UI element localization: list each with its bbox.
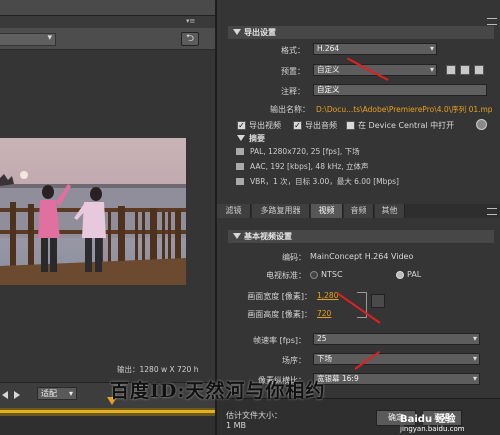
preview-image (0, 138, 186, 285)
fps-select[interactable]: 25 ▾ (313, 333, 480, 345)
export-audio-label: 导出音频 (305, 121, 337, 130)
panel-menu-icon[interactable]: ▾≡ (186, 18, 198, 25)
device-central-checkbox[interactable] (346, 121, 355, 130)
field-order-select[interactable]: 下场 ▾ (313, 353, 480, 365)
export-video-label: 导出视频 (249, 121, 281, 130)
width-value[interactable]: 1,280 (317, 291, 338, 300)
tab-video[interactable]: 视频 (311, 204, 343, 218)
chevron-down-icon: ▾ (429, 65, 434, 74)
tabs-menu-icon[interactable] (487, 208, 497, 215)
delete-preset-icon[interactable] (474, 65, 484, 75)
summary-audio: AAC, 192 [kbps], 48 kHz, 立体声 (250, 162, 369, 171)
collapse-triangle-icon[interactable] (233, 233, 241, 239)
tab-other[interactable]: 其他 (375, 204, 405, 218)
video-preview-frame (0, 138, 186, 285)
baidu-logo: Baidu 经验 jingyan.baidu.com (400, 410, 496, 433)
pal-radio[interactable] (396, 271, 404, 279)
height-value[interactable]: 720 (317, 309, 331, 318)
codec-label: 编码： (282, 253, 306, 262)
ntsc-label: NTSC (321, 270, 343, 279)
tab-filters[interactable]: 滤镜 (217, 204, 251, 218)
pal-label: PAL (407, 270, 422, 279)
chevron-down-icon: ▾ (472, 354, 477, 363)
summary-vbr: VBR，1 次，目标 3.00，最大 6.00 [Mbps] (250, 177, 399, 186)
settings-gear-icon[interactable] (476, 119, 487, 130)
panel-menu-icon[interactable] (487, 18, 497, 25)
format-label: 格式： (281, 46, 305, 55)
baidu-logo-text: Baidu 经验 (400, 414, 456, 425)
field-order-value: 下场 (317, 354, 332, 363)
source-combo[interactable] (0, 33, 56, 46)
codec-value: MainConcept H.264 Video (310, 252, 414, 261)
export-audio-checkbox[interactable]: ✓ (293, 121, 302, 130)
device-central-label: 在 Device Central 中打开 (358, 121, 455, 130)
video-summary-icon (236, 148, 244, 155)
zoom-fit-select[interactable]: 适配 (37, 387, 77, 400)
export-video-checkbox[interactable]: ✓ (237, 121, 246, 130)
field-order-label: 场序： (282, 356, 306, 365)
ntsc-radio[interactable] (310, 271, 318, 279)
section-title: 基本视频设置 (244, 232, 292, 241)
left-panel-titlebar (0, 0, 215, 16)
format-value: H.264 (317, 44, 340, 53)
preset-value: 自定义 (317, 65, 340, 74)
fps-label: 帧速率 [fps]： (253, 336, 306, 345)
export-settings-header[interactable]: 导出设置 (228, 26, 494, 39)
section-title: 导出设置 (244, 28, 276, 37)
fps-value: 25 (317, 334, 327, 343)
width-label: 画面宽度 [像素]： (247, 292, 312, 301)
work-area-bar[interactable] (0, 410, 215, 413)
tab-multiplexer[interactable]: 多路复用器 (252, 204, 310, 218)
tab-audio[interactable]: 音频 (344, 204, 374, 218)
output-size-label: 输出：1280 w X 720 h (117, 365, 199, 374)
import-preset-icon[interactable] (460, 65, 470, 75)
preset-label: 预置： (281, 67, 305, 76)
watermark-text: 百度ID:天然河与你相约 (110, 380, 326, 402)
comment-label: 注释： (281, 87, 305, 96)
aspect-lock-button[interactable] (371, 294, 385, 308)
est-size-label: 估计文件大小： (226, 411, 282, 420)
collapse-triangle-icon[interactable] (233, 29, 241, 35)
output-name-link[interactable]: D:\Docu...ts\Adobe\PremierePro\4.0\序列 01… (316, 104, 492, 115)
comment-field[interactable]: 自定义 (313, 84, 487, 96)
output-name-label: 输出名称： (270, 105, 310, 114)
chevron-down-icon: ▾ (429, 44, 434, 53)
summary-toggle-icon[interactable] (237, 135, 245, 141)
settings-tabs: 滤镜 多路复用器 视频 音频 其他 (217, 204, 500, 218)
audio-summary-icon (236, 163, 244, 170)
height-label: 画面高度 [像素]： (247, 310, 312, 319)
step-back-icon[interactable] (2, 391, 8, 399)
pixel-aspect-select[interactable]: 宽银幕 16:9 ▾ (313, 373, 480, 385)
est-size-value: 1 MB (226, 421, 247, 430)
summary-header: 摘要 (249, 134, 265, 143)
left-status-bar (0, 416, 215, 435)
save-preset-icon[interactable] (446, 65, 456, 75)
baidu-url: jingyan.baidu.com (400, 425, 465, 433)
chevron-down-icon: ▾ (472, 334, 477, 343)
summary-video: PAL, 1280x720, 25 [fps], 下场 (250, 147, 360, 156)
bitrate-summary-icon (236, 178, 244, 185)
step-forward-icon[interactable] (14, 391, 20, 399)
back-arrow-icon[interactable]: ⮌ (181, 32, 199, 46)
tv-standard-label: 电视标准： (266, 271, 306, 280)
format-select[interactable]: H.264 ▾ (313, 43, 437, 55)
chevron-down-icon: ▾ (472, 374, 477, 383)
basic-video-header[interactable]: 基本视频设置 (228, 230, 494, 243)
